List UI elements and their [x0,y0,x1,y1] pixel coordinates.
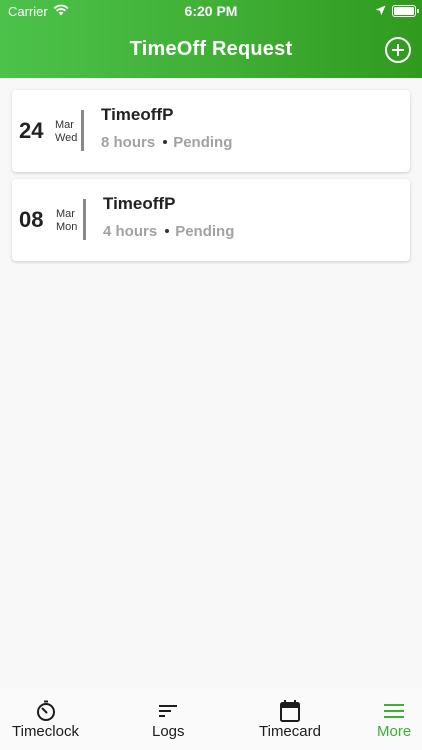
tab-label: Logs [152,723,185,740]
tab-timeclock[interactable]: Timeclock [0,688,92,750]
timeoff-request-card[interactable]: 08 Mar Mon TimeoffP 4 hours Pending [12,179,410,261]
calendar-icon [280,700,300,722]
request-title: TimeoffP [101,105,174,124]
request-title: TimeoffP [103,194,176,213]
request-hours: 8 hours [101,134,156,151]
date-divider [83,199,86,240]
status-bar: Carrier 6:20 PM [0,0,422,22]
tab-label: Timeclock [12,723,79,740]
add-request-button[interactable] [385,37,411,63]
request-day: 08 [19,207,44,232]
request-month: Mar [55,119,74,131]
request-month: Mar [56,208,75,220]
request-hours: 4 hours [103,223,158,240]
tab-label: Timecard [259,723,321,740]
tab-timecard[interactable]: Timecard [252,688,332,750]
timer-icon [37,700,55,721]
status-time: 6:20 PM [184,3,238,19]
request-status: Pending [173,134,233,151]
menu-icon [384,704,404,718]
separator-dot [163,140,168,145]
separator-dot [165,229,170,234]
request-meta: 8 hours Pending [101,134,232,151]
timeoff-request-card[interactable]: 24 Mar Wed TimeoffP 8 hours Pending [12,90,410,172]
sort-lines-icon [159,705,177,717]
request-day: 24 [19,118,44,143]
tab-bar: Timeclock Logs Timecard More [0,688,422,750]
request-meta: 4 hours Pending [103,223,234,240]
tab-more[interactable]: More [370,688,422,750]
request-weekday: Mon [56,221,78,233]
battery-icon [392,5,419,17]
app-header: Carrier 6:20 PM TimeOff Request [0,0,422,78]
request-status: Pending [175,223,235,240]
date-divider [81,110,84,151]
page-title: TimeOff Request [129,38,293,60]
location-arrow-icon [375,5,386,16]
request-weekday: Wed [55,132,78,144]
tab-label: More [377,723,412,740]
tab-logs[interactable]: Logs [140,688,200,750]
